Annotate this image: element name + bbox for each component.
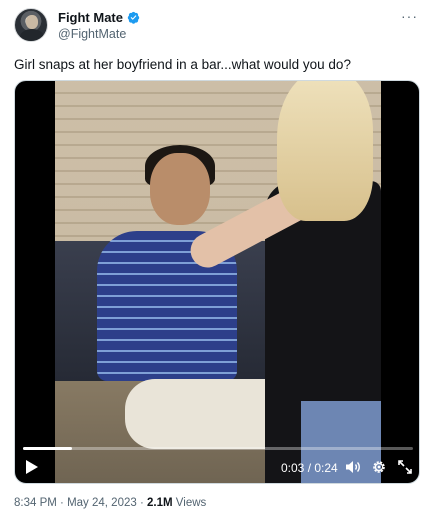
video-player[interactable]: 0:03 / 0:24 bbox=[14, 80, 420, 484]
avatar-face bbox=[26, 15, 38, 29]
more-options-icon[interactable]: ··· bbox=[401, 8, 418, 24]
settings-gear-icon[interactable] bbox=[371, 459, 387, 475]
views-count: 2.1M bbox=[147, 497, 173, 509]
tweet-time[interactable]: 8:34 PM bbox=[14, 497, 57, 509]
video-frame[interactable] bbox=[55, 81, 381, 483]
tweet-meta: 8:34 PM · May 24, 2023 · 2.1M Views bbox=[14, 497, 206, 509]
video-controls: 0:03 / 0:24 bbox=[15, 453, 419, 483]
video-progress-fill bbox=[23, 447, 72, 450]
avatar-body bbox=[20, 29, 44, 41]
author-handle[interactable]: @FightMate bbox=[58, 27, 126, 41]
author-name-row: Fight Mate bbox=[58, 9, 140, 25]
meta-separator: · bbox=[139, 497, 144, 509]
tweet-date[interactable]: May 24, 2023 bbox=[67, 497, 137, 509]
views-label: Views bbox=[175, 497, 207, 509]
fullscreen-icon[interactable] bbox=[397, 459, 413, 475]
play-icon[interactable] bbox=[25, 459, 39, 475]
meta-separator: · bbox=[60, 497, 64, 509]
tweet-header: Fight Mate @FightMate ··· bbox=[14, 8, 424, 48]
volume-icon[interactable] bbox=[345, 459, 361, 475]
video-woman-hair bbox=[277, 81, 373, 221]
tweet-text: Girl snaps at her boyfriend in a bar...w… bbox=[14, 57, 351, 72]
video-man-head bbox=[150, 153, 210, 225]
video-progress-bar[interactable] bbox=[23, 447, 413, 450]
tweet-card: Fight Mate @FightMate ··· Girl snaps at … bbox=[0, 0, 437, 515]
verified-badge-icon bbox=[127, 11, 140, 24]
video-time: 0:03 / 0:24 bbox=[281, 461, 338, 475]
author-name[interactable]: Fight Mate bbox=[58, 10, 123, 25]
avatar[interactable] bbox=[14, 8, 48, 42]
